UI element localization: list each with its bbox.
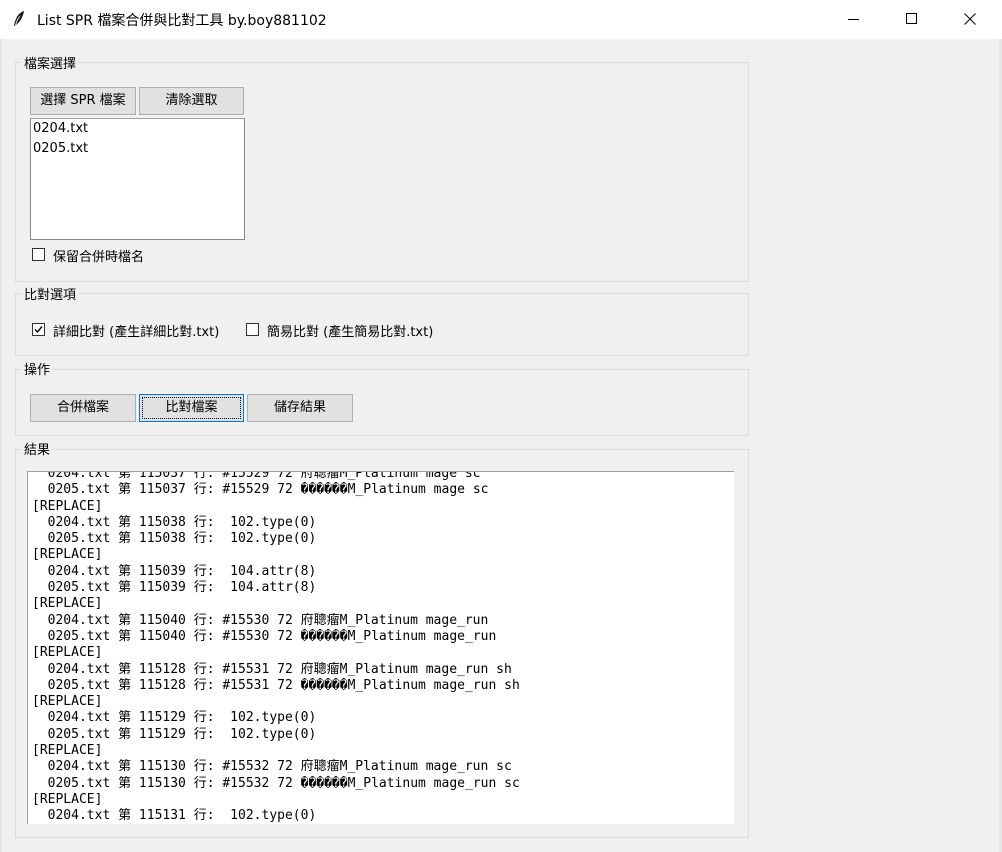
close-icon xyxy=(964,13,976,25)
simple-compare-checkbox[interactable] xyxy=(246,323,259,336)
merge-files-button[interactable]: 合併檔案 xyxy=(30,394,136,422)
feather-icon xyxy=(12,10,26,28)
result-line: 0204.txt 第 115037 行: #15529 72 府聰瘤M_Plat… xyxy=(32,471,481,481)
maximize-icon xyxy=(906,13,917,24)
save-results-button[interactable]: 儲存結果 xyxy=(247,394,353,422)
keep-filename-checkbox[interactable] xyxy=(32,248,45,261)
result-line: 0204.txt 第 115131 行: 102.type(0) xyxy=(32,808,317,824)
file-list-item[interactable]: 0205.txt xyxy=(33,141,88,156)
result-line: 0204.txt 第 115129 行: 102.type(0) xyxy=(32,710,317,726)
result-line: [REPLACE] xyxy=(32,596,103,612)
minimize-icon xyxy=(848,19,859,20)
detailed-compare-checkbox[interactable] xyxy=(32,323,45,336)
left-edge xyxy=(0,39,2,852)
result-line: [REPLACE] xyxy=(32,694,103,710)
result-line: 0205.txt 第 115039 行: 104.attr(8) xyxy=(32,580,317,596)
close-button[interactable] xyxy=(942,0,1000,39)
select-spr-button[interactable]: 選擇 SPR 檔案 xyxy=(30,87,136,115)
results-textarea[interactable]: 0204.txt 第 115037 行: #15529 72 府聰瘤M_Plat… xyxy=(27,471,734,824)
window-title: List SPR 檔案合併與比對工具 by.boy881102 xyxy=(37,13,327,29)
title-bar: List SPR 檔案合併與比對工具 by.boy881102 xyxy=(0,0,1002,39)
result-line: [REPLACE] xyxy=(32,547,103,563)
keep-filename-label: 保留合併時檔名 xyxy=(53,250,145,265)
result-line: 0205.txt 第 115037 行: #15529 72 ������M_P… xyxy=(32,482,489,498)
result-line: 0204.txt 第 115039 行: 104.attr(8) xyxy=(32,563,317,579)
result-line: 0204.txt 第 115038 行: 102.type(0) xyxy=(32,514,317,530)
result-line: [REPLACE] xyxy=(32,498,103,514)
results-label: 結果 xyxy=(22,439,53,458)
file-selection-label: 檔案選擇 xyxy=(22,53,79,72)
result-line: 0204.txt 第 115128 行: #15531 72 府聰瘤M_Plat… xyxy=(32,661,512,677)
result-line: 0205.txt 第 115038 行: 102.type(0) xyxy=(32,531,317,547)
result-line: 0205.txt 第 115130 行: #15532 72 ������M_P… xyxy=(32,775,520,791)
result-line: 0205.txt 第 115040 行: #15530 72 ������M_P… xyxy=(32,628,497,644)
result-line: 0205.txt 第 115128 行: #15531 72 ������M_P… xyxy=(32,677,520,693)
result-line: [REPLACE] xyxy=(32,791,103,807)
file-list-item[interactable]: 0204.txt xyxy=(33,121,88,136)
result-line: 0204.txt 第 115040 行: #15530 72 府聰瘤M_Plat… xyxy=(32,612,489,628)
minimize-button[interactable] xyxy=(826,0,884,39)
result-line: 0204.txt 第 115130 行: #15532 72 府聰瘤M_Plat… xyxy=(32,759,512,775)
compare-options-label: 比對選項 xyxy=(22,284,79,303)
file-listbox[interactable]: 0204.txt 0205.txt xyxy=(30,118,245,240)
clear-selection-button[interactable]: 清除選取 xyxy=(139,87,244,115)
results-text: 0204.txt 第 115037 行: #15529 72 府聰瘤M_Plat… xyxy=(32,471,520,824)
compare-files-button[interactable]: 比對檔案 xyxy=(139,394,244,422)
simple-compare-label: 簡易比對 (產生簡易比對.txt) xyxy=(267,325,434,340)
result-line: [REPLACE] xyxy=(32,645,103,661)
result-line: [REPLACE] xyxy=(32,743,103,759)
result-line: 0205.txt 第 115129 行: 102.type(0) xyxy=(32,726,317,742)
detailed-compare-label: 詳細比對 (產生詳細比對.txt) xyxy=(53,325,220,340)
app-window: List SPR 檔案合併與比對工具 by.boy881102 檔案選擇 選擇 … xyxy=(0,0,1002,852)
checkmark-icon xyxy=(34,326,43,334)
actions-label: 操作 xyxy=(22,359,53,378)
maximize-button[interactable] xyxy=(884,0,942,39)
